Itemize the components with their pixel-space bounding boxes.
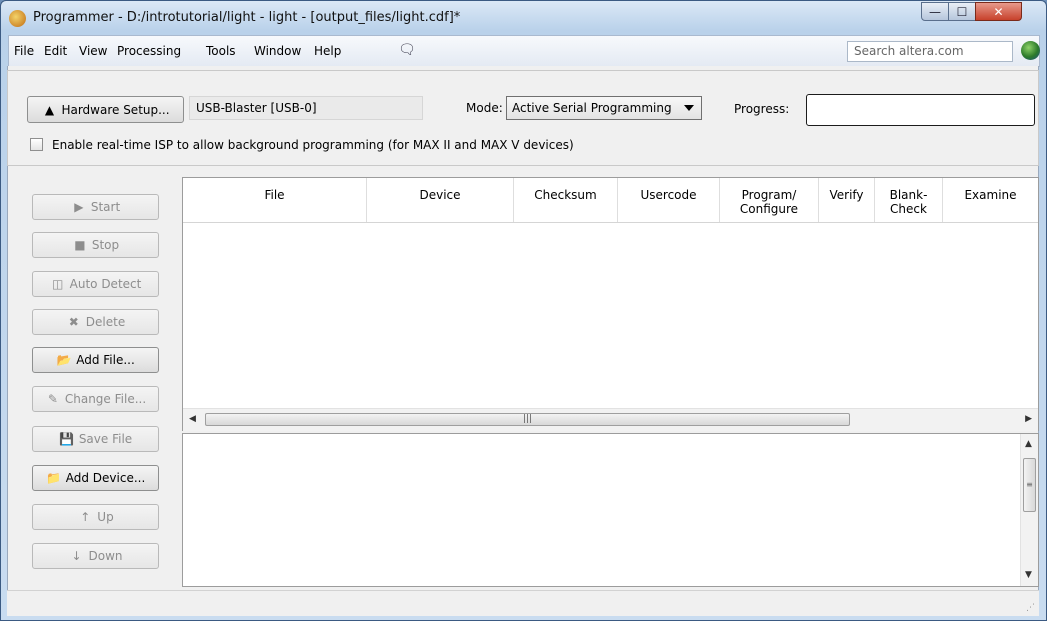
scroll-right-icon[interactable]: ▶ xyxy=(1025,414,1032,424)
up-label: Up xyxy=(97,510,114,524)
hardware-setup-label: Hardware Setup... xyxy=(61,102,170,117)
horizontal-scrollbar[interactable]: ◀ ||| ▶ xyxy=(183,408,1038,431)
col-blank-check[interactable]: Blank- Check xyxy=(875,178,943,222)
delete-icon: ✖ xyxy=(68,315,79,329)
add-file-label: Add File... xyxy=(76,353,135,367)
col-usercode[interactable]: Usercode xyxy=(618,178,720,222)
menu-help[interactable]: Help xyxy=(314,44,341,58)
auto-detect-button[interactable]: ◫ Auto Detect xyxy=(32,271,159,297)
minimize-button[interactable]: — xyxy=(921,2,949,21)
scroll-left-icon[interactable]: ◀ xyxy=(189,414,196,424)
save-file-icon: 💾 xyxy=(59,432,75,446)
hardware-icon: ▲ xyxy=(44,102,55,117)
col-device[interactable]: Device xyxy=(367,178,514,222)
mode-value: Active Serial Programming xyxy=(512,101,672,115)
message-area: ▲ ≡ ▼ xyxy=(182,433,1039,587)
table-header: File Device Checksum Usercode Program/Co… xyxy=(183,178,1038,223)
up-button[interactable]: ↑ Up xyxy=(32,504,159,530)
add-device-icon: 📁 xyxy=(46,471,62,485)
menu-edit[interactable]: Edit xyxy=(44,44,67,58)
add-device-button[interactable]: 📁 Add Device... xyxy=(32,465,159,491)
isp-checkbox[interactable] xyxy=(30,138,43,151)
stop-button[interactable]: ■ Stop xyxy=(32,232,159,258)
title-bar[interactable]: Programmer - D:/introtutorial/light - li… xyxy=(1,1,1046,35)
search-input[interactable]: Search altera.com xyxy=(847,41,1013,62)
save-file-label: Save File xyxy=(78,432,133,446)
status-bar: ⋰ xyxy=(7,590,1039,616)
stop-icon: ■ xyxy=(74,238,86,252)
close-icon: ✕ xyxy=(993,4,1004,19)
speech-bubble-icon[interactable]: 🗨 xyxy=(398,42,416,58)
start-button[interactable]: ▶ Start xyxy=(32,194,159,220)
stop-label: Stop xyxy=(91,238,120,252)
save-file-button[interactable]: 💾 Save File xyxy=(32,426,159,452)
app-icon xyxy=(9,10,26,27)
start-icon: ▶ xyxy=(74,200,84,214)
maximize-button[interactable]: ☐ xyxy=(948,2,976,21)
menu-file[interactable]: File xyxy=(14,44,34,58)
progress-label: Progress: xyxy=(734,102,790,116)
col-program-configure[interactable]: Program/Configure xyxy=(720,178,819,222)
vertical-scrollbar[interactable]: ▲ ≡ ▼ xyxy=(1020,434,1038,586)
maximize-icon: ☐ xyxy=(956,4,968,19)
device-table: File Device Checksum Usercode Program/Co… xyxy=(182,177,1039,431)
down-label: Down xyxy=(88,549,123,563)
horizontal-scroll-thumb[interactable]: ||| xyxy=(205,413,850,426)
col-examine[interactable]: Examine xyxy=(943,178,1038,222)
start-label: Start xyxy=(90,200,121,214)
mode-label: Mode: xyxy=(466,101,503,115)
window-title: Programmer - D:/introtutorial/light - li… xyxy=(33,10,461,25)
down-button[interactable]: ↓ Down xyxy=(32,543,159,569)
add-file-button[interactable]: 📂 Add File... xyxy=(32,347,159,373)
hardware-value: USB-Blaster [USB-0] xyxy=(189,96,423,120)
isp-checkbox-label[interactable]: Enable real-time ISP to allow background… xyxy=(52,138,574,152)
minimize-icon: — xyxy=(929,4,941,19)
col-file[interactable]: File xyxy=(183,178,367,222)
progress-bar xyxy=(806,94,1035,126)
menu-processing[interactable]: Processing xyxy=(117,44,181,58)
change-file-icon: ✎ xyxy=(47,392,58,406)
add-device-label: Add Device... xyxy=(65,471,146,485)
mode-select[interactable]: Active Serial Programming xyxy=(506,96,702,120)
up-icon: ↑ xyxy=(80,510,91,524)
menu-bar: File Edit View Processing Tools Window H… xyxy=(8,35,1040,67)
scroll-up-icon[interactable]: ▲ xyxy=(1025,439,1032,449)
action-button-panel: ▶ Start ■ Stop ◫ Auto Detect ✖ Delete 📂 … xyxy=(7,176,182,588)
vertical-scroll-thumb[interactable]: ≡ xyxy=(1023,458,1036,512)
col-verify[interactable]: Verify xyxy=(819,178,875,222)
down-icon: ↓ xyxy=(71,549,82,563)
menu-tools[interactable]: Tools xyxy=(206,44,236,58)
change-file-label: Change File... xyxy=(64,392,147,406)
chevron-down-icon xyxy=(684,105,694,111)
close-button[interactable]: ✕ xyxy=(975,2,1022,21)
change-file-button[interactable]: ✎ Change File... xyxy=(32,386,159,412)
add-file-icon: 📂 xyxy=(56,353,72,367)
delete-label: Delete xyxy=(85,315,126,329)
auto-detect-icon: ◫ xyxy=(51,277,64,291)
delete-button[interactable]: ✖ Delete xyxy=(32,309,159,335)
menu-window[interactable]: Window xyxy=(254,44,301,58)
col-checksum[interactable]: Checksum xyxy=(514,178,618,222)
scroll-down-icon[interactable]: ▼ xyxy=(1025,570,1032,580)
hardware-setup-button[interactable]: ▲ Hardware Setup... xyxy=(27,96,184,123)
menu-view[interactable]: View xyxy=(79,44,107,58)
globe-icon[interactable] xyxy=(1021,41,1040,60)
auto-detect-label: Auto Detect xyxy=(69,277,142,291)
resize-grip-icon[interactable]: ⋰ xyxy=(1026,603,1035,613)
